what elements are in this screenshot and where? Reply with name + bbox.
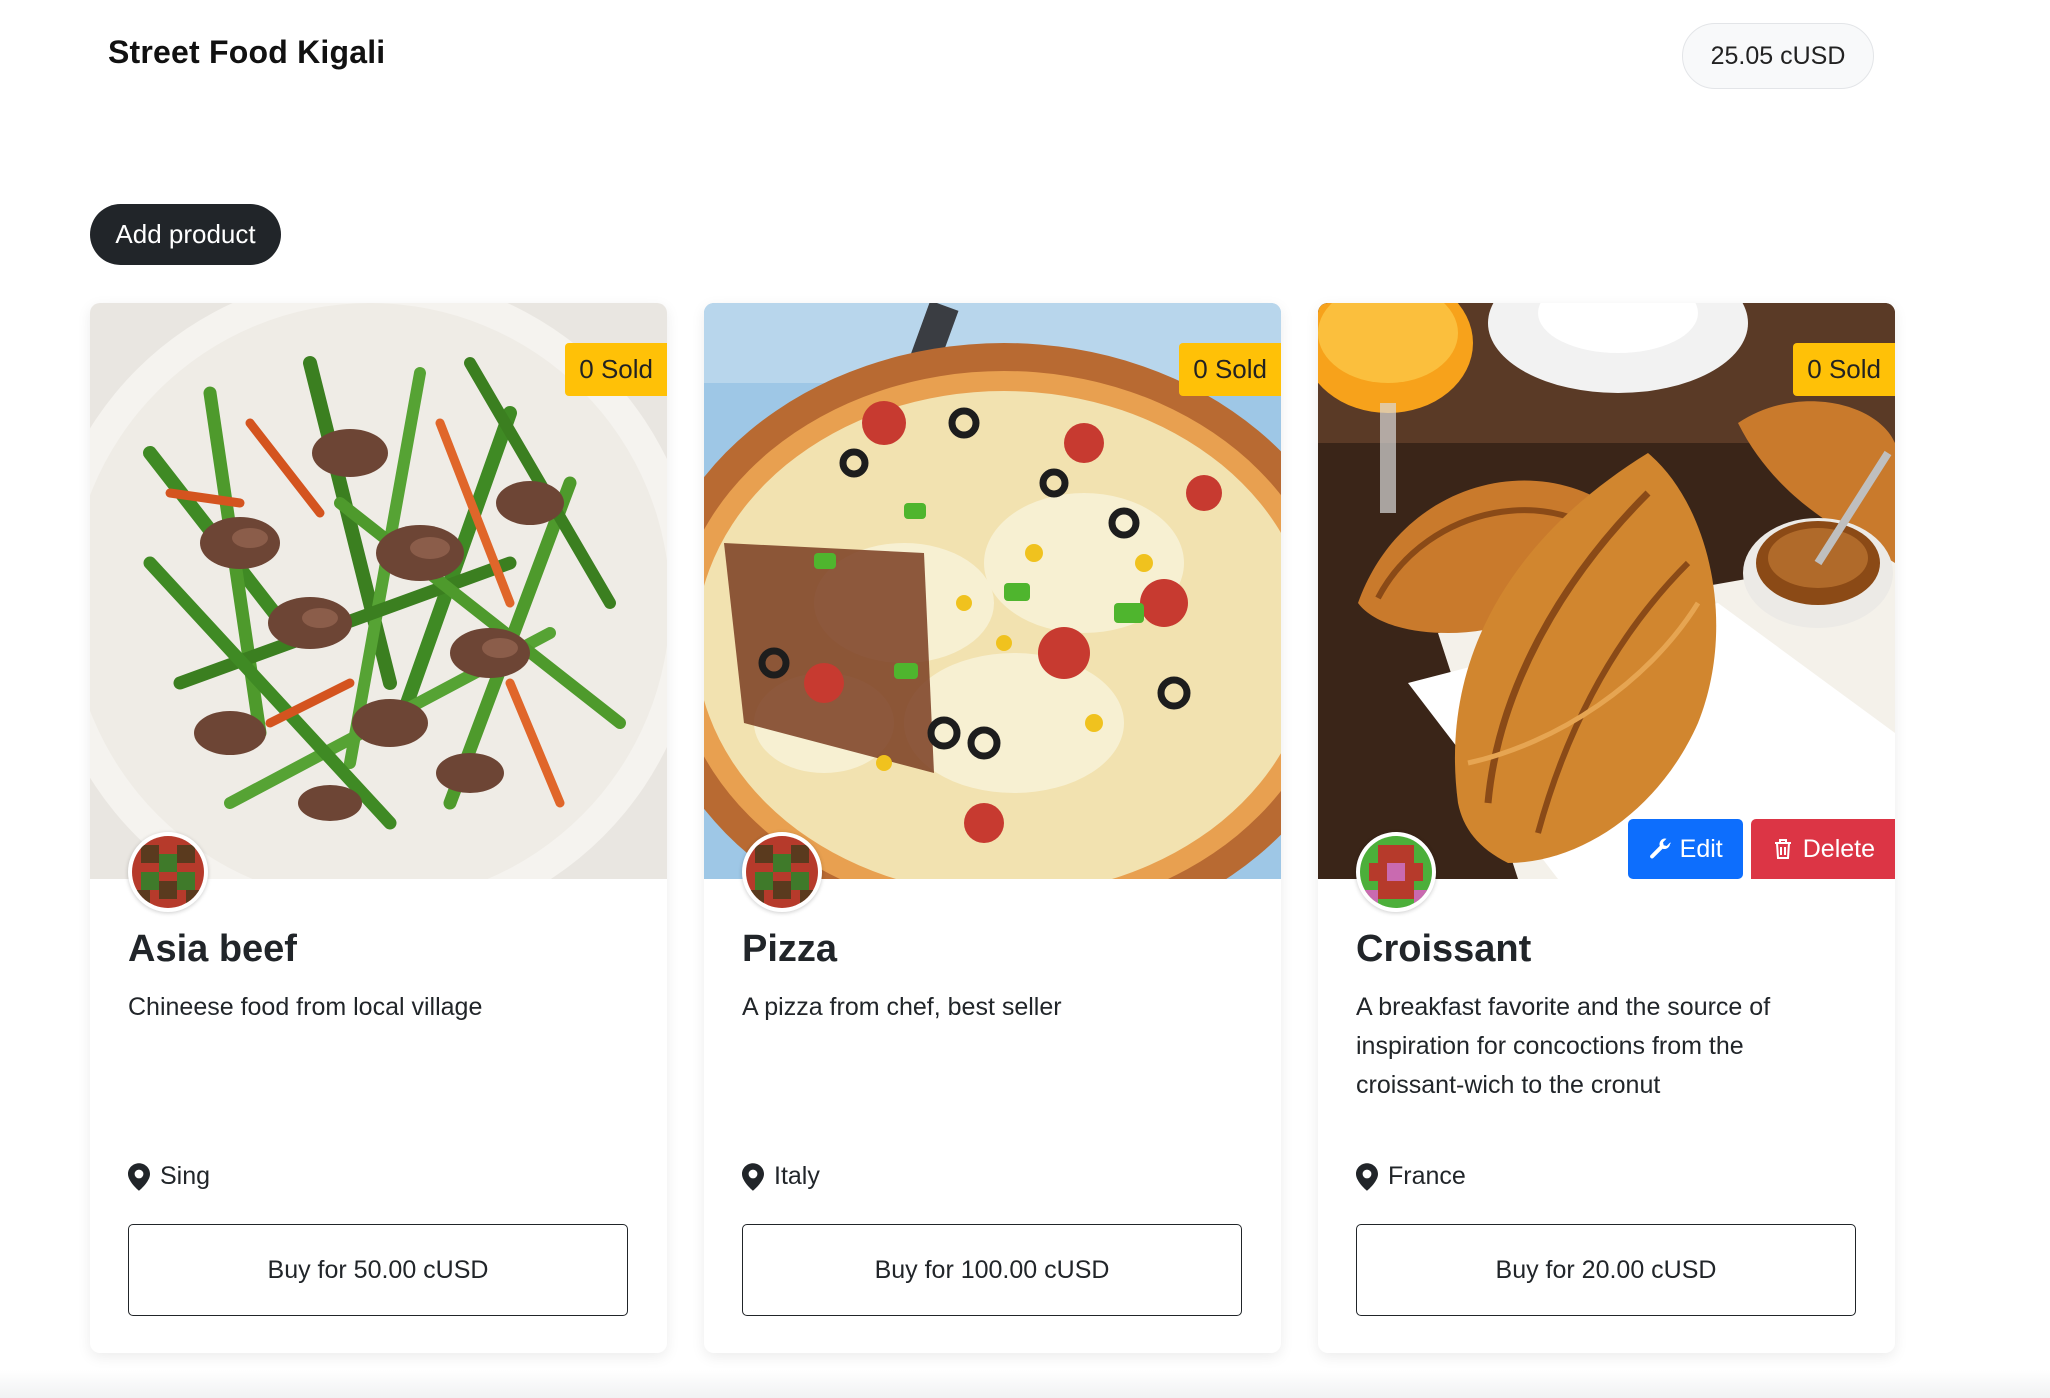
buy-button[interactable]: Buy for 100.00 cUSD bbox=[742, 1224, 1242, 1316]
product-card: 0 Sold Asia beef Chineese food from loca… bbox=[90, 303, 667, 1353]
location-pin-icon bbox=[128, 1162, 150, 1191]
product-location: Italy bbox=[742, 1162, 820, 1191]
product-description: A pizza from chef, best seller bbox=[742, 993, 1062, 1021]
product-name: Asia beef bbox=[128, 928, 297, 970]
edit-button[interactable]: Edit bbox=[1627, 819, 1743, 879]
product-location: France bbox=[1356, 1162, 1466, 1191]
balance-badge: 25.05 cUSD bbox=[1682, 23, 1874, 89]
product-card: 0 Sold Edit Delete Croissant A breakfast… bbox=[1318, 303, 1895, 1353]
edit-label: Edit bbox=[1679, 834, 1723, 863]
product-name: Croissant bbox=[1356, 928, 1532, 970]
product-description: A breakfast favorite and the source of i… bbox=[1356, 993, 1771, 1099]
sold-badge: 0 Sold bbox=[565, 343, 667, 396]
product-description: Chineese food from local village bbox=[128, 993, 483, 1021]
page-footer-shade bbox=[0, 1370, 2050, 1398]
delete-button[interactable]: Delete bbox=[1750, 819, 1895, 879]
owner-avatar[interactable] bbox=[742, 832, 822, 912]
sold-badge: 0 Sold bbox=[1179, 343, 1281, 396]
location-pin-icon bbox=[742, 1162, 764, 1191]
location-pin-icon bbox=[1356, 1162, 1378, 1191]
owner-actions: Edit Delete bbox=[1627, 819, 1895, 879]
location-text: Sing bbox=[160, 1162, 211, 1190]
sold-badge: 0 Sold bbox=[1793, 343, 1895, 396]
location-text: France bbox=[1388, 1162, 1466, 1190]
product-location: Sing bbox=[128, 1162, 210, 1191]
trash-icon bbox=[1774, 839, 1791, 859]
delete-label: Delete bbox=[1802, 834, 1875, 863]
brand-title[interactable]: Street Food Kigali bbox=[108, 34, 385, 71]
product-name: Pizza bbox=[742, 928, 838, 970]
owner-avatar[interactable] bbox=[128, 832, 208, 912]
owner-avatar[interactable] bbox=[1356, 832, 1436, 912]
wrench-icon bbox=[1649, 838, 1671, 859]
location-text: Italy bbox=[774, 1162, 820, 1190]
add-product-button[interactable]: Add product bbox=[90, 204, 281, 265]
navbar: Street Food Kigali 25.05 cUSD bbox=[0, 0, 2050, 110]
buy-button[interactable]: Buy for 50.00 cUSD bbox=[128, 1224, 628, 1316]
product-card: 0 Sold Pizza A pizza from chef, best sel… bbox=[704, 303, 1281, 1353]
buy-button[interactable]: Buy for 20.00 cUSD bbox=[1356, 1224, 1856, 1316]
